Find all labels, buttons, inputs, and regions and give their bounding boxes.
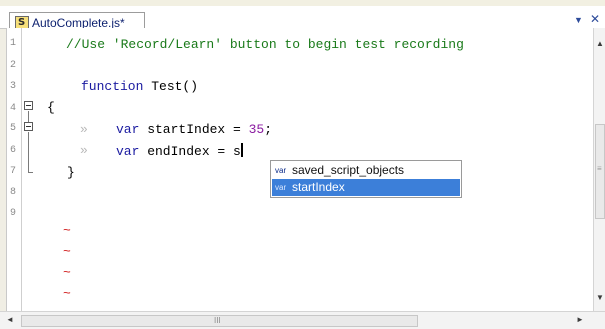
code-text: ; bbox=[264, 122, 273, 137]
code-line: { bbox=[47, 100, 55, 116]
code-text: endIndex = s bbox=[139, 144, 241, 159]
collapse-block-toggle-icon[interactable] bbox=[24, 122, 33, 131]
code-text: startIndex = bbox=[139, 122, 249, 137]
empty-line-marker: ~ bbox=[63, 223, 71, 238]
code-comment: //Use 'Record/Learn' button to begin tes… bbox=[66, 37, 464, 52]
code-text: Test() bbox=[143, 79, 199, 94]
vertical-scroll-thumb[interactable]: ≡ bbox=[595, 124, 605, 219]
autocomplete-popup: var saved_script_objects var startIndex bbox=[270, 160, 462, 198]
scroll-right-arrow-icon[interactable]: ► bbox=[576, 316, 584, 324]
line-number-gutter: 1 2 3 4 5 6 7 8 9 bbox=[7, 28, 22, 311]
code-line: » bbox=[80, 143, 88, 159]
autocomplete-item-label: startIndex bbox=[292, 180, 345, 194]
code-folding-margin bbox=[22, 28, 44, 311]
autocomplete-item[interactable]: var saved_script_objects bbox=[272, 162, 460, 179]
text-cursor bbox=[240, 143, 243, 157]
code-brace: { bbox=[47, 100, 55, 115]
scroll-down-arrow-icon[interactable]: ▼ bbox=[596, 294, 604, 302]
document-tab-bar: S AutoComplete.js* ▼ ✕ bbox=[0, 6, 605, 34]
variable-kind-icon: var bbox=[275, 183, 287, 192]
line-number: 5 bbox=[10, 123, 17, 134]
code-line: » bbox=[80, 122, 88, 138]
code-line: var endIndex = s bbox=[116, 143, 243, 160]
code-keyword: var bbox=[116, 122, 140, 137]
scroll-left-arrow-icon[interactable]: ◄ bbox=[6, 316, 14, 324]
code-brace: } bbox=[67, 165, 75, 180]
tab-whitespace-marker: » bbox=[80, 143, 88, 158]
vertical-scrollbar[interactable]: ▲ ≡ ▼ bbox=[593, 28, 605, 311]
line-number: 3 bbox=[10, 81, 17, 92]
line-number: 4 bbox=[10, 103, 17, 114]
empty-line-marker: ~ bbox=[63, 244, 71, 259]
autocomplete-item-selected[interactable]: var startIndex bbox=[272, 179, 460, 196]
line-number: 6 bbox=[10, 145, 17, 156]
tab-whitespace-marker: » bbox=[80, 122, 88, 137]
close-tab-icon[interactable]: ✕ bbox=[590, 12, 600, 26]
fold-guide-line bbox=[28, 111, 29, 122]
fold-guide-line bbox=[28, 132, 29, 172]
code-line: //Use 'Record/Learn' button to begin tes… bbox=[66, 37, 464, 53]
code-keyword: var bbox=[116, 144, 140, 159]
grip-icon: ≡ bbox=[597, 164, 602, 173]
empty-line-marker: ~ bbox=[63, 265, 71, 280]
code-line: var startIndex = 35; bbox=[116, 122, 272, 138]
autocomplete-item-label: saved_script_objects bbox=[292, 163, 405, 177]
horizontal-scroll-thumb[interactable]: III bbox=[21, 315, 418, 327]
line-number: 9 bbox=[10, 208, 17, 219]
collapse-block-toggle-icon[interactable] bbox=[24, 101, 33, 110]
variable-kind-icon: var bbox=[275, 166, 287, 175]
empty-line-marker: ~ bbox=[63, 286, 71, 301]
scroll-up-arrow-icon[interactable]: ▲ bbox=[596, 40, 604, 48]
fold-end-marker bbox=[28, 172, 33, 173]
tab-list-dropdown-icon[interactable]: ▼ bbox=[574, 14, 583, 26]
grip-icon: III bbox=[214, 316, 221, 325]
horizontal-scrollbar[interactable]: ◄ III ► bbox=[0, 311, 605, 329]
code-line: } bbox=[67, 165, 75, 181]
line-number: 7 bbox=[10, 166, 17, 177]
code-keyword: function bbox=[81, 79, 144, 94]
code-line: function Test() bbox=[81, 79, 198, 95]
code-number: 35 bbox=[248, 122, 265, 137]
line-number: 8 bbox=[10, 187, 17, 198]
line-number: 1 bbox=[10, 38, 17, 49]
line-number: 2 bbox=[10, 60, 17, 71]
